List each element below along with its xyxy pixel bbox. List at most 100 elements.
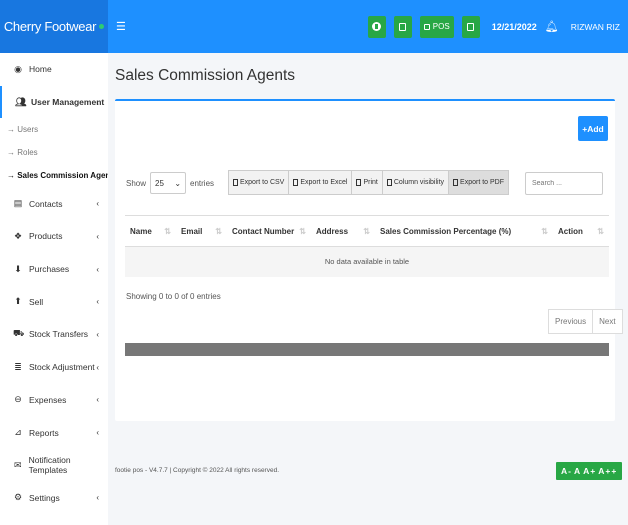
chart-icon: ⊿ <box>14 427 22 438</box>
hamburger-menu-icon[interactable]: ☰ <box>116 20 126 33</box>
top-navbar: Cherry Footwear ☰ POS 12/21/2022 🔔︎ RIZW… <box>0 0 628 53</box>
agents-card: +Add Show 25 ⌄ entries Export to CSV Expo… <box>115 99 623 421</box>
arrow-circle-up-icon: ⬆ <box>14 296 22 307</box>
previous-page-button[interactable]: Previous <box>548 309 594 334</box>
sidebar-item-stock-adjustment[interactable]: ≣ Stock Adjustment ‹ <box>0 351 108 384</box>
sort-icon: ⇅ <box>597 226 604 236</box>
show-label: Show <box>126 178 147 188</box>
calculator-icon <box>399 22 407 31</box>
sidebar-item-label: Stock Adjustment <box>29 362 95 373</box>
export-pdf-button[interactable]: Export to PDF <box>448 170 509 195</box>
sidebar-item-label: Notification Templates <box>28 455 71 476</box>
font-size-controls: A- A A+ A++ <box>556 462 623 480</box>
sidebar-item-sell[interactable]: ⬆ Sell ‹ <box>0 285 108 318</box>
search-input[interactable] <box>525 172 603 195</box>
file-icon <box>233 179 238 186</box>
arrow-circle-down-icon: ⬇ <box>14 263 22 274</box>
sort-icon: ⇅ <box>363 226 370 236</box>
sidebar-item-notification-templates[interactable]: ✉ Notification Templates <box>0 449 108 482</box>
main-content: Sales Commission Agents +Add Show 25 ⌄ en… <box>108 53 628 525</box>
horizontal-scrollbar[interactable] <box>125 343 609 356</box>
cog-icon: ⚙ <box>13 492 23 503</box>
chevron-left-icon: ‹ <box>96 395 99 405</box>
column-label: Sales Commission Percentage (%) <box>380 226 512 236</box>
export-csv-button[interactable]: Export to CSV <box>228 170 290 195</box>
sidebar-subitem-sales-commission-agents[interactable]: → Sales Commission Agents <box>0 164 108 187</box>
font-decrease-button[interactable]: A- <box>561 466 572 476</box>
column-header-email[interactable]: Email ⇅ <box>176 215 227 247</box>
current-date: 12/21/2022 <box>491 21 537 32</box>
font-reset-button[interactable]: A <box>574 466 581 476</box>
chevron-left-icon: ‹ <box>96 97 99 107</box>
columns-icon <box>386 179 392 186</box>
sidebar-item-products[interactable]: ❖ Products ‹ <box>0 220 108 253</box>
calculator-button[interactable] <box>393 15 412 38</box>
file-excel-icon <box>293 179 299 186</box>
export-excel-button[interactable]: Export to Excel <box>288 170 353 195</box>
profit-button[interactable] <box>461 15 480 38</box>
column-visibility-button[interactable]: Column visibility <box>381 170 450 195</box>
column-header-contact-number[interactable]: Contact Number ⇅ <box>227 215 311 247</box>
column-header-name[interactable]: Name ⇅ <box>125 215 176 247</box>
footer-text: footie pos - V4.7.7 | Copyright © 2022 A… <box>115 467 280 474</box>
bell-icon[interactable]: 🔔︎ <box>545 20 559 33</box>
sidebar-subitem-roles[interactable]: → Roles <box>0 141 108 164</box>
sidebar-item-label: Reports <box>29 427 59 438</box>
sidebar-item-label: Sell <box>29 296 44 307</box>
pos-icon <box>423 23 430 30</box>
font-increase-more-button[interactable]: A++ <box>598 466 617 476</box>
column-header-action[interactable]: Action ⇅ <box>553 215 609 247</box>
brand-logo[interactable]: Cherry Footwear <box>0 0 108 53</box>
truck-icon: ⛟ <box>13 328 25 339</box>
entries-value: 25 <box>155 178 164 188</box>
sidebar-item-settings[interactable]: ⚙ Settings ‹ <box>0 482 108 515</box>
sidebar-item-purchases[interactable]: ⬇ Purchases ‹ <box>0 253 108 286</box>
column-label: Address <box>316 226 349 236</box>
sort-icon: ⇅ <box>299 226 306 236</box>
pos-button[interactable]: POS <box>419 15 454 38</box>
minus-circle-icon: ⊖ <box>14 394 22 405</box>
chevron-left-icon: ‹ <box>96 264 99 274</box>
sidebar-item-expenses[interactable]: ⊖ Expenses ‹ <box>0 384 108 417</box>
sidebar-item-user-management[interactable]: 👥︎ User Management ‹ <box>0 85 108 119</box>
top-right-actions: POS 12/21/2022 🔔︎ RIZWAN RIZ <box>367 0 628 53</box>
sidebar-item-home[interactable]: ◉ Home <box>0 53 108 86</box>
sidebar-item-label: Expenses <box>29 394 67 405</box>
sidebar-item-stock-transfers[interactable]: ⛟ Stock Transfers ‹ <box>0 318 108 351</box>
entries-select[interactable]: 25 ⌄ <box>150 172 187 194</box>
column-label: Name <box>130 226 152 236</box>
next-page-button[interactable]: Next <box>592 309 623 334</box>
chevron-left-icon: ‹ <box>96 493 99 503</box>
export-excel-label: Export to Excel <box>300 179 348 186</box>
sidebar-item-label: Contacts <box>29 198 63 209</box>
address-book-icon: ▤ <box>13 198 23 209</box>
column-label: Email <box>181 226 203 236</box>
sidebar-item-reports[interactable]: ⊿ Reports ‹ <box>0 416 108 449</box>
print-label: Print <box>363 179 378 186</box>
database-icon: ≣ <box>14 361 22 372</box>
table-row: No data available in table <box>125 246 609 277</box>
add-circle-button[interactable] <box>367 15 386 38</box>
sort-icon: ⇅ <box>215 226 222 236</box>
font-increase-button[interactable]: A+ <box>583 466 596 476</box>
sidebar-item-label: User Management <box>31 97 105 108</box>
sidebar-item-label: Products <box>29 231 63 242</box>
sidebar-subitem-users[interactable]: → Users <box>0 118 108 141</box>
print-button[interactable]: Print <box>351 170 383 195</box>
sidebar-item-label: Purchases <box>29 264 70 275</box>
empty-table-message: No data available in table <box>125 246 609 277</box>
add-button[interactable]: +Add <box>578 116 608 141</box>
sidebar-item-label: Stock Transfers <box>29 329 89 340</box>
sidebar-item-contacts[interactable]: ▤ Contacts ‹ <box>0 187 108 220</box>
envelope-icon: ✉ <box>14 459 22 470</box>
column-visibility-label: Column visibility <box>393 179 445 186</box>
file-pdf-icon <box>453 179 459 186</box>
column-header-address[interactable]: Address ⇅ <box>311 215 375 247</box>
export-csv-label: Export to CSV <box>240 179 285 186</box>
print-icon <box>356 179 362 186</box>
column-header-commission[interactable]: Sales Commission Percentage (%) ⇅ <box>375 215 553 247</box>
chevron-left-icon: ‹ <box>96 362 99 372</box>
user-menu[interactable]: RIZWAN RIZ <box>571 22 620 32</box>
entries-label: entries <box>190 178 215 188</box>
export-pdf-label: Export to PDF <box>460 179 504 186</box>
